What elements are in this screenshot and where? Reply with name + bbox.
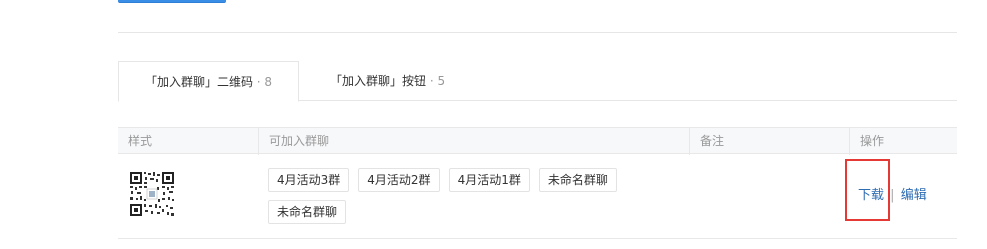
action-separator: | [890,188,895,203]
qrcode-table: 样式 可加入群聊 备注 操作 4月活动3群 4月活动2群 4月活动1群 未命名群… [118,127,957,239]
header-groups: 可加入群聊 [258,128,689,155]
page: 「加入群聊」二维码 · 8 「加入群聊」按钮 · 5 样式 可加入群聊 备注 操… [0,0,987,249]
section-divider [118,32,957,33]
table-bottom-border [118,238,957,239]
header-note: 备注 [689,128,849,155]
group-tag: 未命名群聊 [268,200,347,224]
group-tag: 4月活动1群 [448,168,530,192]
group-tags: 4月活动3群 4月活动2群 4月活动1群 未命名群聊 未命名群聊 [268,168,648,232]
tab-bar: 「加入群聊」二维码 · 8 「加入群聊」按钮 · 5 [118,61,957,102]
group-tag: 4月活动3群 [268,168,350,192]
edit-link[interactable]: 编辑 [901,188,927,203]
tab-button-label: 「加入群聊」按钮 [330,74,427,88]
download-highlight-box [845,159,890,221]
group-tag: 未命名群聊 [538,168,617,192]
qrcode-image [129,171,175,217]
top-action-button[interactable] [118,0,226,3]
tab-qrcode-label: 「加入群聊」二维码 [144,75,253,89]
group-tag: 4月活动2群 [358,168,440,192]
tab-button-count: · 5 [429,74,446,88]
header-style: 样式 [128,134,153,148]
tab-button[interactable]: 「加入群聊」按钮 · 5 [330,61,445,101]
header-actions: 操作 [849,128,957,155]
table-header: 样式 可加入群聊 备注 操作 [118,127,957,155]
tab-qrcode-count: · 8 [256,75,273,89]
tab-qrcode[interactable]: 「加入群聊」二维码 · 8 [118,61,299,102]
